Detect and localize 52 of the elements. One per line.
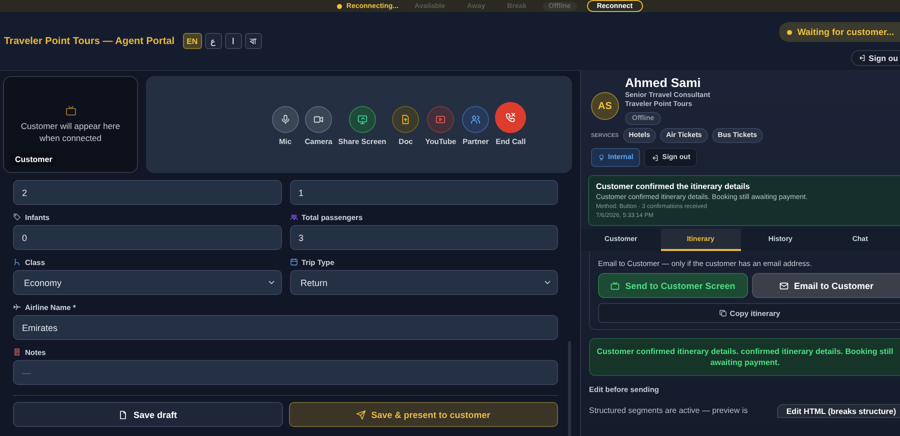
sign-out-button[interactable]: Sign ou bbox=[850, 50, 900, 66]
share-icon bbox=[356, 114, 368, 125]
save-present-button[interactable]: Save & present to customer bbox=[288, 402, 558, 427]
doc-icon bbox=[400, 114, 412, 125]
avatar: AS bbox=[591, 92, 619, 120]
plane-icon bbox=[13, 303, 21, 311]
input-field[interactable]: 2 bbox=[13, 180, 282, 205]
input-field[interactable]: — bbox=[13, 360, 558, 385]
language-button[interactable]: ا bbox=[224, 33, 242, 49]
language-button[interactable]: EN bbox=[182, 33, 202, 49]
tv-icon bbox=[64, 105, 76, 118]
agent-name: Ahmed Sami bbox=[625, 76, 701, 90]
confirmation-message: Customer confirmed itinerary details. confirmed itinerary details. Booking still awaiting payment. bbox=[589, 338, 900, 376]
send-screen-button[interactable]: Send to Customer Screen bbox=[598, 273, 748, 298]
waiting-badge: Waiting for customer... bbox=[779, 22, 900, 42]
end-call-icon bbox=[505, 112, 516, 123]
caret-icon bbox=[266, 278, 276, 287]
note-icon bbox=[13, 348, 21, 356]
input-field[interactable]: 0 bbox=[13, 225, 282, 250]
language-button[interactable]: বা bbox=[244, 33, 262, 49]
video-label: Customer bbox=[10, 153, 58, 166]
input-field[interactable]: Emirates bbox=[13, 315, 558, 340]
caret-icon bbox=[543, 278, 552, 287]
calendar-icon bbox=[290, 258, 298, 266]
select-field[interactable]: Return bbox=[290, 270, 558, 295]
save-draft-button[interactable]: Save draft bbox=[13, 402, 282, 427]
bulb-icon bbox=[598, 154, 605, 161]
language-button[interactable]: ع bbox=[204, 33, 222, 49]
sign-out-icon bbox=[651, 154, 660, 162]
seat-icon bbox=[13, 258, 21, 266]
people-icon bbox=[290, 213, 298, 221]
sign-out-icon bbox=[858, 54, 866, 62]
portal-title: Traveler Point Tours — Agent Portal bbox=[4, 36, 175, 46]
file-icon bbox=[118, 410, 128, 420]
edit-html-button[interactable]: Edit HTML (breaks structure) bbox=[777, 404, 900, 418]
mail-icon bbox=[778, 280, 789, 290]
input-field[interactable]: 3 bbox=[290, 225, 558, 250]
email-button[interactable]: Email to Customer bbox=[752, 273, 900, 298]
tag-icon bbox=[13, 213, 21, 221]
status-dot bbox=[337, 4, 342, 8]
camera-icon bbox=[313, 114, 324, 125]
structured-note: Structured segments are active — preview is bbox=[589, 405, 748, 416]
youtube-icon bbox=[435, 114, 446, 125]
video-placeholder-text: Customer will appear here when connected bbox=[20, 121, 122, 144]
partner-icon bbox=[470, 114, 482, 125]
send-icon bbox=[356, 410, 366, 420]
tv-icon bbox=[610, 280, 620, 290]
notification-title: Customer confirmed the itinerary details bbox=[596, 182, 751, 191]
input-field[interactable]: 1 bbox=[290, 180, 558, 205]
mic-icon bbox=[280, 114, 291, 125]
select-field[interactable]: Economy bbox=[13, 270, 282, 295]
copy-icon bbox=[718, 309, 727, 317]
